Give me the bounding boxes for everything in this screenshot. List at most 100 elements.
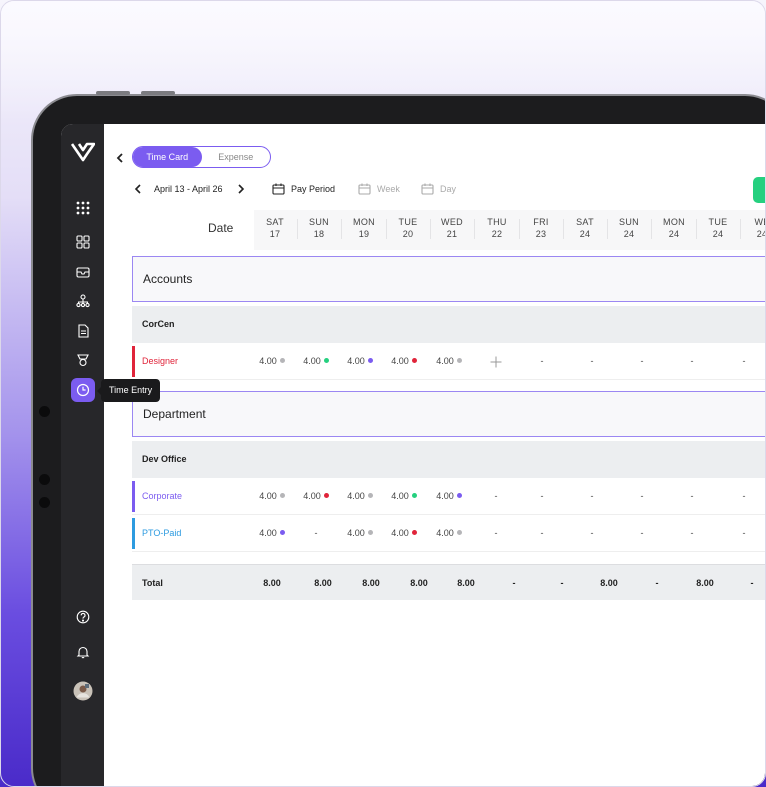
day-of-week: TUE (708, 217, 728, 227)
apps-grid-icon[interactable] (71, 196, 95, 220)
day-column-header[interactable]: MON 24 (652, 216, 696, 240)
time-cell[interactable]: 4.00 (250, 478, 294, 515)
day-column-header[interactable]: WED 21 (430, 216, 474, 240)
time-value: - (494, 491, 498, 501)
time-cell[interactable]: - (520, 515, 564, 552)
time-cell[interactable]: - (570, 478, 614, 515)
time-cell[interactable]: - (722, 478, 765, 515)
status-dot (411, 530, 417, 536)
day-column-header[interactable]: SAT 17 (253, 216, 297, 240)
tab-time-card[interactable]: Time Card (133, 147, 202, 167)
time-value: - (742, 528, 746, 538)
row-label[interactable]: Corporate (142, 478, 182, 515)
time-value: 4.00 (347, 356, 365, 366)
day-column-header[interactable]: THU 22 (475, 216, 519, 240)
time-cell[interactable]: - (722, 515, 765, 552)
day-column-header[interactable]: TUE 20 (386, 216, 430, 240)
time-value: 4.00 (436, 528, 454, 538)
plus-icon (490, 356, 502, 368)
time-cell[interactable]: - (294, 515, 338, 552)
row-label[interactable]: Designer (142, 343, 178, 380)
time-cell[interactable]: 4.00 (250, 343, 294, 380)
time-value: - (640, 491, 644, 501)
status-dot (367, 530, 373, 536)
time-cell[interactable]: - (520, 343, 564, 380)
back-chevron-icon[interactable] (116, 150, 124, 166)
status-dot (323, 493, 329, 499)
time-cell[interactable]: - (620, 478, 664, 515)
time-cell[interactable]: - (620, 515, 664, 552)
time-cell[interactable]: - (620, 343, 664, 380)
time-cell[interactable]: 4.00 (338, 343, 382, 380)
total-label: Total (142, 578, 163, 588)
day-column-header[interactable]: FRI 23 (519, 216, 563, 240)
inbox-icon[interactable] (71, 260, 95, 284)
day-column-header[interactable]: MON 19 (342, 216, 386, 240)
view-week[interactable]: Week (358, 182, 400, 196)
add-entry-button[interactable] (474, 343, 518, 380)
day-column-header[interactable]: SAT 24 (563, 216, 607, 240)
status-dot (456, 358, 462, 364)
time-cell[interactable]: - (570, 515, 614, 552)
tablet-sensor (39, 497, 50, 508)
time-cell[interactable]: - (670, 343, 714, 380)
time-cell[interactable]: 4.00 (294, 343, 338, 380)
day-column-header[interactable]: TUE 24 (696, 216, 740, 240)
status-dot (279, 530, 285, 536)
time-value: - (640, 528, 644, 538)
time-cell[interactable]: - (670, 478, 714, 515)
time-entry-nav-item[interactable] (71, 378, 95, 402)
dashboard-icon[interactable] (71, 230, 95, 254)
row-label[interactable]: PTO-Paid (142, 515, 181, 552)
tab-expense[interactable]: Expense (202, 147, 271, 167)
time-cell[interactable]: - (670, 515, 714, 552)
time-cell[interactable]: - (570, 343, 614, 380)
view-day[interactable]: Day (421, 182, 456, 196)
time-cell[interactable]: 4.00 (427, 478, 471, 515)
day-column-header[interactable]: SUN 24 (607, 216, 651, 240)
logo-icon[interactable] (71, 140, 95, 164)
time-cell[interactable]: - (520, 478, 564, 515)
time-value: 4.00 (391, 491, 409, 501)
app-screen: Time Card Expense April 13 - April 26 Pa… (61, 124, 765, 786)
day-column-header[interactable]: SUN 18 (297, 216, 341, 240)
time-cell[interactable]: 4.00 (382, 515, 426, 552)
org-chart-icon[interactable] (71, 289, 95, 313)
time-value: - (314, 528, 318, 538)
bell-icon[interactable] (71, 640, 95, 664)
award-icon[interactable] (71, 348, 95, 372)
time-cell[interactable]: 4.00 (427, 515, 471, 552)
day-of-week: SUN (309, 217, 329, 227)
time-cell[interactable]: 4.00 (382, 478, 426, 515)
time-cell[interactable]: 4.00 (250, 515, 294, 552)
status-dot (456, 493, 462, 499)
time-cell[interactable]: 4.00 (427, 343, 471, 380)
time-cell[interactable]: 4.00 (382, 343, 426, 380)
time-cell[interactable]: 4.00 (294, 478, 338, 515)
status-dot (279, 358, 285, 364)
time-cell[interactable]: - (474, 515, 518, 552)
time-cell[interactable]: 4.00 (338, 478, 382, 515)
submit-button[interactable] (753, 177, 765, 203)
status-dot (279, 493, 285, 499)
help-icon[interactable] (71, 605, 95, 629)
document-icon[interactable] (71, 319, 95, 343)
total-cell: 8.00 (410, 578, 428, 588)
prev-period-icon[interactable] (134, 184, 142, 194)
view-pay-period-label: Pay Period (291, 184, 336, 194)
time-cell[interactable]: - (722, 343, 765, 380)
view-pay-period[interactable]: Pay Period (272, 182, 335, 196)
status-dot (323, 358, 329, 364)
time-value: 4.00 (436, 491, 454, 501)
day-date: 20 (402, 229, 414, 239)
time-cell[interactable]: 4.00 (338, 515, 382, 552)
time-value: 4.00 (391, 356, 409, 366)
day-date: 24 (623, 229, 635, 239)
day-of-week: TUE (398, 217, 418, 227)
next-period-icon[interactable] (237, 184, 245, 194)
section-header: Department (132, 391, 765, 437)
day-column-header[interactable]: WE 24 (740, 216, 765, 240)
time-cell[interactable]: - (474, 478, 518, 515)
avatar[interactable] (71, 679, 95, 703)
total-cell: - (655, 578, 659, 588)
